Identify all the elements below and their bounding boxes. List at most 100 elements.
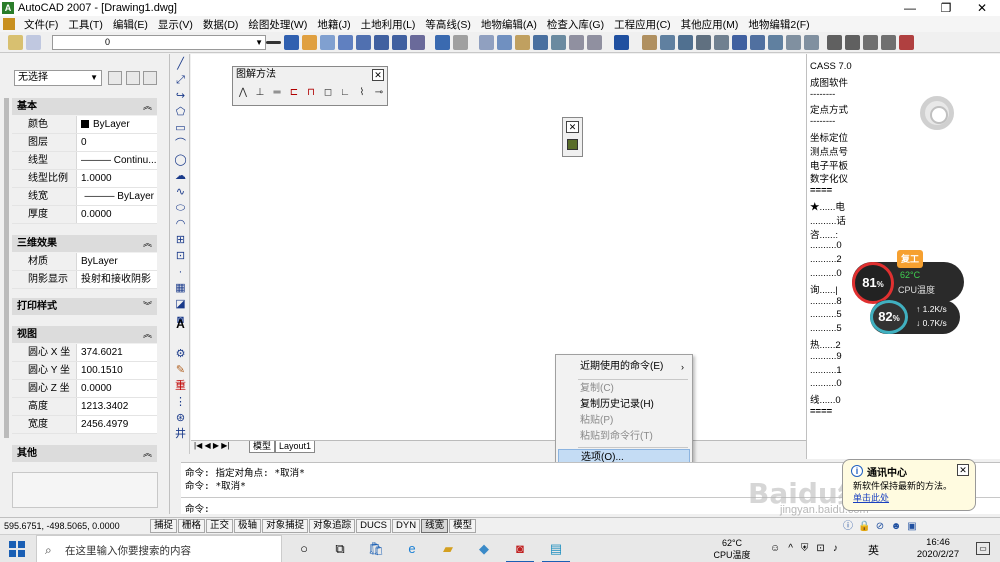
clean-screen-icon[interactable]: ▣ bbox=[906, 521, 918, 533]
link-icon[interactable] bbox=[551, 34, 566, 50]
rotate-icon[interactable] bbox=[750, 34, 765, 50]
line-point-method-icon[interactable]: ⊸ bbox=[372, 87, 386, 99]
cass-menu-item[interactable]: 数字化仪 bbox=[810, 171, 848, 185]
prop-row-center-y[interactable]: 圆心 Y 坐标100.1510 bbox=[12, 362, 157, 394]
prop-row-material[interactable]: 材质 ByLayer bbox=[12, 253, 157, 271]
angle-method-icon[interactable]: ⋀ bbox=[236, 87, 250, 99]
edge-browser-icon[interactable]: e bbox=[402, 539, 422, 559]
ducs-toggle[interactable]: DUCS bbox=[356, 519, 392, 533]
cass-menu-item[interactable]: -------- bbox=[810, 89, 835, 100]
cass-menu-item[interactable]: 线......0 bbox=[810, 392, 841, 406]
rectangle-tool-icon[interactable]: ▭ bbox=[174, 122, 187, 135]
cass-menu-item[interactable]: ..........话 bbox=[810, 213, 846, 227]
rectangle-icon[interactable] bbox=[826, 34, 842, 50]
tool-icon-f[interactable]: 井 bbox=[174, 428, 187, 441]
curve-method-icon[interactable]: ⌇ bbox=[355, 87, 369, 99]
minimize-button[interactable]: — bbox=[892, 0, 928, 16]
undo-icon[interactable] bbox=[434, 34, 450, 50]
zoom-window-icon[interactable] bbox=[338, 34, 353, 50]
polar-toggle[interactable]: 极轴 bbox=[234, 519, 262, 533]
erase-icon[interactable] bbox=[898, 34, 914, 50]
prop-row-center-z[interactable]: 圆心 Z 坐标0.0000 bbox=[12, 380, 157, 412]
move-icon[interactable] bbox=[533, 34, 548, 50]
point-icon[interactable]: · bbox=[174, 266, 187, 279]
hatch-icon[interactable]: ▦ bbox=[174, 282, 187, 295]
pencil-icon[interactable] bbox=[302, 34, 317, 50]
make-block-icon[interactable]: ⊡ bbox=[174, 250, 187, 263]
menu-feature-edit-2[interactable]: 地物编辑2(F) bbox=[743, 17, 814, 32]
file-explorer-icon[interactable]: ▰ bbox=[438, 539, 458, 559]
circle-icon[interactable]: ◯ bbox=[174, 154, 187, 167]
prop-row-layer[interactable]: 图层 0 bbox=[12, 134, 157, 152]
section-3d[interactable]: 三维效果 ︽ bbox=[12, 235, 157, 252]
cass-menu-item[interactable]: ..........0 bbox=[810, 378, 842, 389]
menu-item-copy[interactable]: 复制(C) bbox=[558, 381, 690, 397]
cass-menu-item[interactable]: CASS 7.0 bbox=[810, 61, 852, 72]
menu-drawing-process[interactable]: 绘图处理(W) bbox=[243, 17, 312, 32]
feature-icon-1[interactable] bbox=[660, 34, 675, 50]
lock-icon[interactable]: 🔒 bbox=[858, 521, 870, 533]
toggle-pickadd-button[interactable] bbox=[108, 71, 122, 85]
store-icon[interactable]: 🛍 bbox=[366, 539, 386, 559]
layer-manager-icon[interactable] bbox=[8, 34, 23, 50]
dyn-toggle[interactable]: DYN bbox=[392, 519, 421, 533]
taskbar-clock[interactable]: 16:46 2020/2/27 bbox=[912, 537, 964, 561]
select-objects-button[interactable] bbox=[126, 71, 140, 85]
prop-row-center-x[interactable]: 圆心 X 坐标374.6021 bbox=[12, 344, 157, 376]
cass-menu-item[interactable]: ..........5 bbox=[810, 323, 842, 334]
extend-icon[interactable] bbox=[804, 34, 819, 50]
prop-row-color[interactable]: 颜色 ByLayer bbox=[12, 116, 157, 134]
menu-item-paste[interactable]: 粘贴(P) bbox=[558, 413, 690, 429]
layer-dropdown[interactable]: 0 ▼ bbox=[52, 35, 266, 50]
chevron-up-icon[interactable]: ^ bbox=[788, 543, 793, 554]
autocad-taskbar-icon[interactable]: ◙ bbox=[506, 539, 534, 562]
otrack-toggle[interactable]: 对象追踪 bbox=[309, 519, 356, 533]
cass-menu-item[interactable]: -------- bbox=[810, 116, 835, 127]
menu-land-use[interactable]: 土地利用(L) bbox=[356, 17, 421, 32]
prop-row-height[interactable]: 高度 1213.3402 bbox=[12, 398, 157, 416]
ortho-toggle[interactable]: 正交 bbox=[206, 519, 234, 533]
tab-model[interactable]: 模型 bbox=[249, 441, 276, 453]
taskbar-cpu-temp[interactable]: 62°C CPU温度 bbox=[712, 537, 752, 561]
cass-menu-item[interactable]: ..........0 bbox=[810, 240, 842, 251]
resume-work-badge[interactable]: 复工 bbox=[897, 250, 923, 268]
cass-menu-item[interactable]: ..........2 bbox=[810, 254, 842, 265]
selection-dropdown[interactable]: 无选择 ▼ bbox=[14, 70, 102, 86]
cass-menu-item[interactable]: 定点方式 bbox=[810, 102, 848, 116]
ellipse-icon[interactable]: ⬭ bbox=[174, 202, 187, 215]
cortana-icon[interactable]: ○ bbox=[294, 539, 314, 559]
lineweight-toggle[interactable]: 线宽 bbox=[421, 519, 449, 533]
cass-menu-item[interactable]: ==== bbox=[810, 406, 832, 417]
people-icon[interactable]: ☺ bbox=[770, 543, 780, 554]
communication-icon[interactable]: ⓘ bbox=[842, 521, 854, 533]
autocad-app-icon[interactable]: A bbox=[2, 2, 14, 14]
cursor-coordinates[interactable]: 595.6751, -498.5065, 0.0000 bbox=[0, 521, 150, 531]
tab-nav-arrows[interactable]: |◀ ◀ ▶ ▶| bbox=[194, 441, 229, 450]
cass-menu-item[interactable]: ..........8 bbox=[810, 296, 842, 307]
cass-taskbar-icon[interactable]: ▤ bbox=[542, 539, 570, 562]
feature-icon-4[interactable] bbox=[714, 34, 729, 50]
tool-icon-d[interactable]: ⋮ bbox=[174, 396, 187, 409]
bracket-method-2-icon[interactable]: ⊓ bbox=[304, 87, 318, 99]
insert-block-icon[interactable]: ⊞ bbox=[174, 234, 187, 247]
tool-icon-a[interactable]: ⚙ bbox=[174, 348, 187, 361]
mtext-icon[interactable]: A bbox=[174, 318, 187, 331]
prop-row-width[interactable]: 宽度 2456.4979 bbox=[12, 416, 157, 434]
parallel-method-icon[interactable]: ═ bbox=[270, 87, 284, 99]
menu-file[interactable]: 文件(F) bbox=[19, 17, 63, 32]
drawing-canvas[interactable] bbox=[191, 54, 806, 440]
people-icon[interactable]: ☻ bbox=[890, 521, 902, 533]
cass-menu-item[interactable]: 坐标定位 bbox=[810, 130, 848, 144]
taskbar-search-box[interactable]: ⌕ 在这里输入你要搜索的内容 bbox=[36, 535, 282, 562]
mini-toolbar-close-button[interactable]: ✕ bbox=[566, 121, 579, 133]
square-method-icon[interactable]: ◻ bbox=[321, 87, 335, 99]
menu-item-recent-commands[interactable]: 近期使用的命令(E) › bbox=[558, 359, 690, 375]
menu-edit[interactable]: 编辑(E) bbox=[108, 17, 153, 32]
rectangle-2-icon[interactable] bbox=[844, 34, 860, 50]
cass-menu-item[interactable]: ..........5 bbox=[810, 309, 842, 320]
prop-row-ltscale[interactable]: 线型比例 1.0000 bbox=[12, 170, 157, 188]
section-other[interactable]: 其他 ︽ bbox=[12, 445, 157, 462]
model-toggle[interactable]: 模型 bbox=[449, 519, 477, 533]
search-icon[interactable]: ⊘ bbox=[874, 521, 886, 533]
layer-state-icon[interactable] bbox=[26, 34, 41, 50]
